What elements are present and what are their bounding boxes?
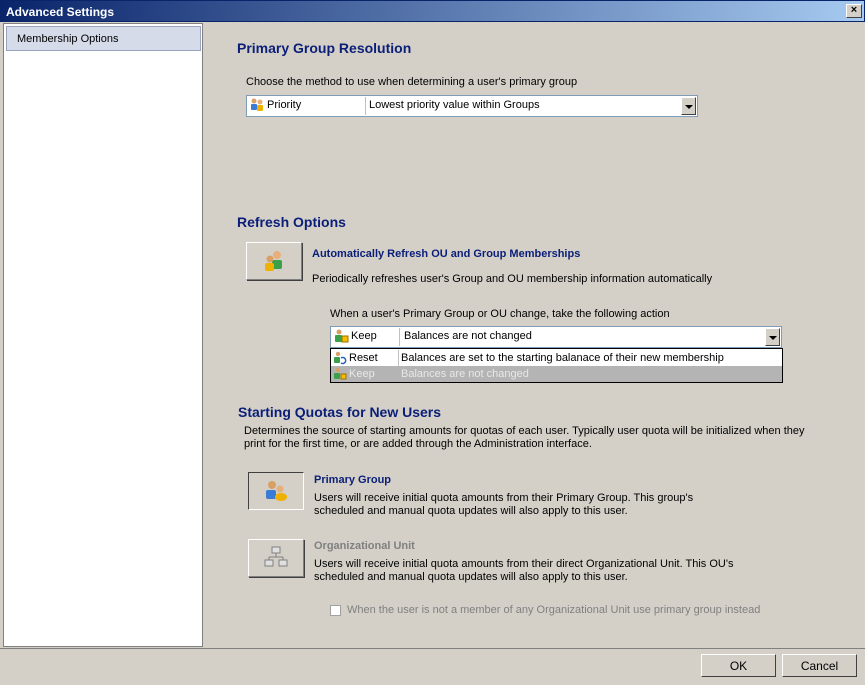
auto-refresh-toggle-button[interactable] [246,242,302,280]
keep-option-label: Keep [349,368,375,380]
action-dropdown-list: Reset Balances are set to the starting b… [330,348,783,383]
primary-group-desc-1: Users will receive initial quota amounts… [314,492,694,504]
auto-refresh-description: Periodically refreshes user's Group and … [312,273,713,285]
sidebar: Membership Options [3,23,203,647]
close-button[interactable]: × [846,4,862,18]
chevron-down-icon[interactable] [765,328,780,346]
priority-label: Priority [267,99,302,111]
primary-group-method-select[interactable]: Priority Lowest priority value within Gr… [246,95,698,117]
group-priority-icon [251,98,263,111]
reset-label: Reset [349,352,378,364]
ok-button[interactable]: OK [701,654,776,677]
primary-group-description: Choose the method to use when determinin… [246,76,578,88]
combo-separator [365,97,366,115]
starting-quotas-description-1: Determines the source of starting amount… [244,425,805,437]
sidebar-item-membership-options[interactable]: Membership Options [6,26,201,51]
priority-value: Lowest priority value within Groups [369,99,540,111]
fallback-primary-group-label: When the user is not a member of any Org… [347,604,761,616]
combo-key: Priority [249,98,301,112]
organizational-unit-title: Organizational Unit [314,540,415,552]
reset-value: Balances are set to the starting balanac… [401,352,724,364]
primary-group-resolution-heading: Primary Group Resolution [237,40,412,56]
organizational-unit-desc-1: Users will receive initial quota amounts… [314,558,734,570]
refresh-options-heading: Refresh Options [237,214,346,230]
starting-quotas-description-2: print for the first time, or are added t… [244,438,592,450]
membership-change-action-select[interactable]: Keep Balances are not changed [330,326,782,348]
title-bar: Advanced Settings × [0,0,865,22]
cancel-button[interactable]: Cancel [782,654,857,677]
organizational-unit-option-button[interactable] [248,539,304,577]
fallback-primary-group-checkbox[interactable] [330,605,341,616]
main-content: Primary Group Resolution Choose the meth… [204,23,862,647]
keep-value: Balances are not changed [404,330,532,342]
organizational-unit-desc-2: scheduled and manual quota updates will … [314,571,628,583]
reset-balance-icon [334,351,347,365]
keep-label: Keep [351,330,377,342]
footer-divider [0,648,865,649]
group-quota-icon [266,481,287,501]
keep-balance-icon [335,329,349,343]
window-title: Advanced Settings [6,5,115,19]
dropdown-option-keep[interactable]: Keep Balances are not changed [331,366,782,382]
action-prompt: When a user's Primary Group or OU change… [330,308,670,320]
org-unit-icon [264,546,288,567]
auto-refresh-title: Automatically Refresh OU and Group Membe… [312,248,581,260]
combo-separator [399,328,400,346]
users-refresh-icon [265,251,282,271]
keep-option-value: Balances are not changed [401,368,529,380]
keep-balance-icon [334,367,347,380]
starting-quotas-heading: Starting Quotas for New Users [238,404,442,420]
primary-group-desc-2: scheduled and manual quota updates will … [314,505,628,517]
option-separator [398,350,399,366]
dropdown-option-reset[interactable]: Reset Balances are set to the starting b… [331,350,782,366]
combo-key: Keep [333,329,377,343]
primary-group-option-button[interactable] [248,472,304,510]
primary-group-title: Primary Group [314,474,392,486]
chevron-down-icon[interactable] [681,97,696,115]
